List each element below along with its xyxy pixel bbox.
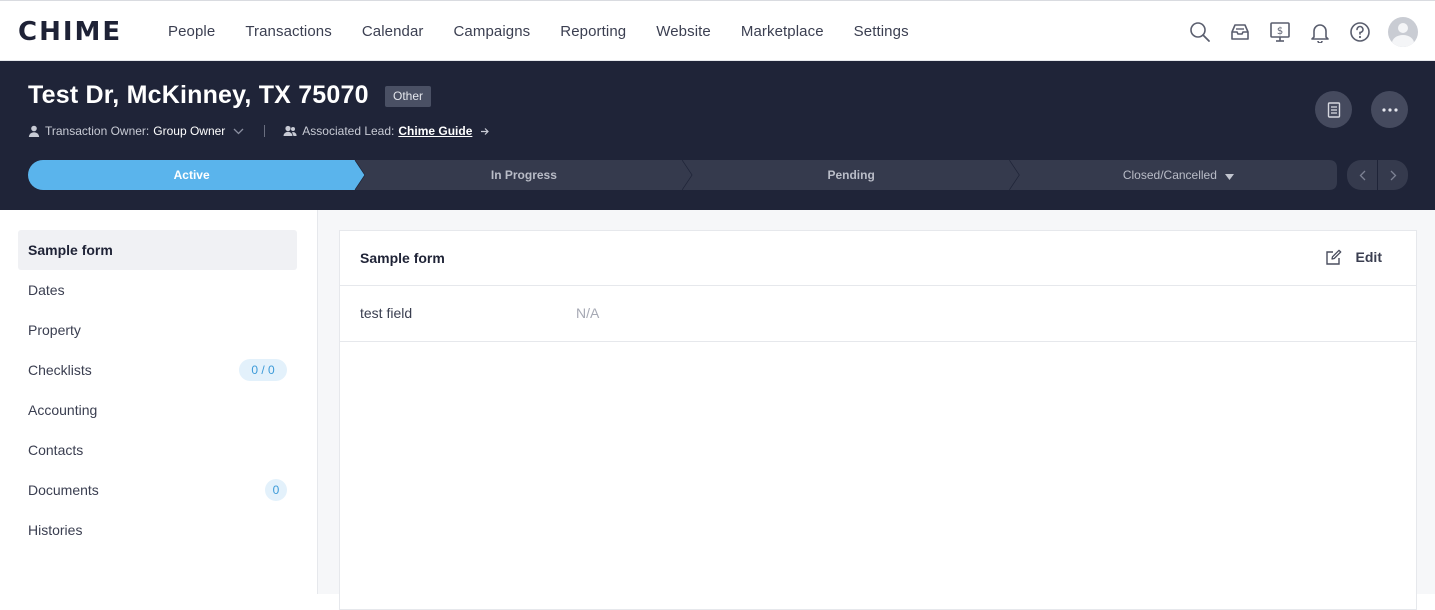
sidebar-item-sample-form[interactable]: Sample form bbox=[18, 230, 297, 270]
field-label: test field bbox=[360, 305, 413, 321]
nav-calendar[interactable]: Calendar bbox=[362, 23, 424, 40]
lead-link[interactable]: Chime Guide bbox=[398, 124, 472, 138]
top-navigation-bar: CHIME People Transactions Calendar Campa… bbox=[0, 0, 1435, 61]
sidebar-item-contacts[interactable]: Contacts bbox=[18, 430, 297, 470]
stage-label: Closed/Cancelled bbox=[1122, 168, 1217, 182]
chevron-right-icon bbox=[1390, 170, 1396, 180]
stage-next-button[interactable] bbox=[1378, 160, 1408, 190]
field-value: N/A bbox=[576, 305, 600, 321]
edit-button[interactable]: Edit bbox=[1325, 247, 1382, 267]
nav-icons: $ bbox=[1172, 1, 1435, 62]
sidebar-item-property[interactable]: Property bbox=[18, 310, 297, 350]
transaction-meta: Transaction Owner: Group Owner Associate… bbox=[28, 123, 490, 139]
user-avatar[interactable] bbox=[1388, 16, 1418, 47]
svg-text:$: $ bbox=[1277, 26, 1283, 37]
bell-icon[interactable] bbox=[1308, 20, 1332, 44]
sidebar-item-histories[interactable]: Histories bbox=[18, 510, 297, 550]
sidebar-item-label: Property bbox=[28, 322, 81, 338]
more-options-button[interactable] bbox=[1371, 91, 1408, 128]
transaction-title: Test Dr, McKinney, TX 75070 bbox=[28, 81, 369, 109]
sidebar-item-label: Dates bbox=[28, 282, 65, 298]
document-icon bbox=[1327, 101, 1340, 118]
sidebar-item-label: Accounting bbox=[28, 402, 98, 418]
user-icon bbox=[28, 125, 40, 137]
sidebar-item-checklists[interactable]: Checklists 0 / 0 bbox=[18, 350, 297, 390]
chevron-left-icon bbox=[1359, 170, 1365, 180]
stage-prev-button[interactable] bbox=[1347, 160, 1377, 190]
stage-in-progress[interactable]: In Progress bbox=[365, 160, 682, 190]
stage-label: In Progress bbox=[490, 168, 557, 182]
search-icon[interactable] bbox=[1188, 20, 1212, 44]
nav-website[interactable]: Website bbox=[656, 23, 711, 40]
lead-label: Associated Lead: bbox=[302, 124, 395, 138]
stage-pending[interactable]: Pending bbox=[693, 160, 1010, 190]
sidebar-item-dates[interactable]: Dates bbox=[18, 270, 297, 310]
stage-closed-cancelled[interactable]: Closed/Cancelled bbox=[1020, 160, 1337, 190]
documents-count-badge: 0 bbox=[265, 479, 287, 501]
form-card-header: Sample form Edit bbox=[340, 231, 1416, 286]
dollar-monitor-icon[interactable]: $ bbox=[1268, 20, 1292, 44]
edit-icon bbox=[1325, 249, 1341, 265]
transaction-header: Test Dr, McKinney, TX 75070 Other Transa… bbox=[0, 61, 1435, 210]
inbox-icon[interactable] bbox=[1228, 20, 1252, 44]
main-content: Sample form Edit test field N/A bbox=[318, 210, 1435, 610]
nav-campaigns[interactable]: Campaigns bbox=[454, 23, 531, 40]
notes-button[interactable] bbox=[1315, 91, 1352, 128]
sidebar-item-label: Documents bbox=[28, 482, 99, 498]
sidebar-item-label: Checklists bbox=[28, 362, 92, 378]
stage-label: Pending bbox=[827, 168, 875, 182]
caret-down-icon[interactable] bbox=[1224, 161, 1234, 191]
owner-value[interactable]: Group Owner bbox=[153, 124, 225, 138]
nav-marketplace[interactable]: Marketplace bbox=[741, 23, 824, 40]
sidebar-item-label: Histories bbox=[28, 522, 83, 538]
form-card: Sample form Edit test field N/A bbox=[339, 230, 1417, 610]
nav-reporting[interactable]: Reporting bbox=[560, 23, 626, 40]
help-icon[interactable] bbox=[1348, 20, 1372, 44]
nav-people[interactable]: People bbox=[168, 23, 215, 40]
owner-label: Transaction Owner: bbox=[45, 124, 150, 138]
section-sidebar: Sample form Dates Property Checklists 0 … bbox=[0, 210, 318, 594]
nav-settings[interactable]: Settings bbox=[854, 23, 909, 40]
form-field-row: test field N/A bbox=[340, 286, 1416, 342]
edit-label: Edit bbox=[1355, 249, 1382, 265]
arrow-right-icon[interactable] bbox=[480, 127, 490, 136]
transaction-type-badge: Other bbox=[385, 86, 432, 107]
main-menu: People Transactions Calendar Campaigns R… bbox=[168, 1, 939, 62]
sidebar-item-accounting[interactable]: Accounting bbox=[18, 390, 297, 430]
form-card-title: Sample form bbox=[360, 250, 445, 266]
sidebar-item-documents[interactable]: Documents 0 bbox=[18, 470, 297, 510]
stage-progress-bar: Active In Progress Pending Closed/Cancelled bbox=[28, 160, 1337, 190]
checklists-count-badge: 0 / 0 bbox=[239, 359, 287, 381]
sidebar-item-label: Contacts bbox=[28, 442, 84, 458]
users-icon bbox=[283, 125, 297, 137]
ellipsis-icon bbox=[1381, 107, 1398, 112]
meta-divider bbox=[264, 125, 266, 137]
stage-label: Active bbox=[173, 168, 210, 182]
stage-active[interactable]: Active bbox=[28, 160, 355, 190]
nav-transactions[interactable]: Transactions bbox=[245, 23, 332, 40]
chevron-down-icon[interactable] bbox=[233, 128, 244, 135]
sidebar-item-label: Sample form bbox=[28, 242, 113, 258]
chime-logo[interactable]: CHIME bbox=[18, 17, 122, 47]
